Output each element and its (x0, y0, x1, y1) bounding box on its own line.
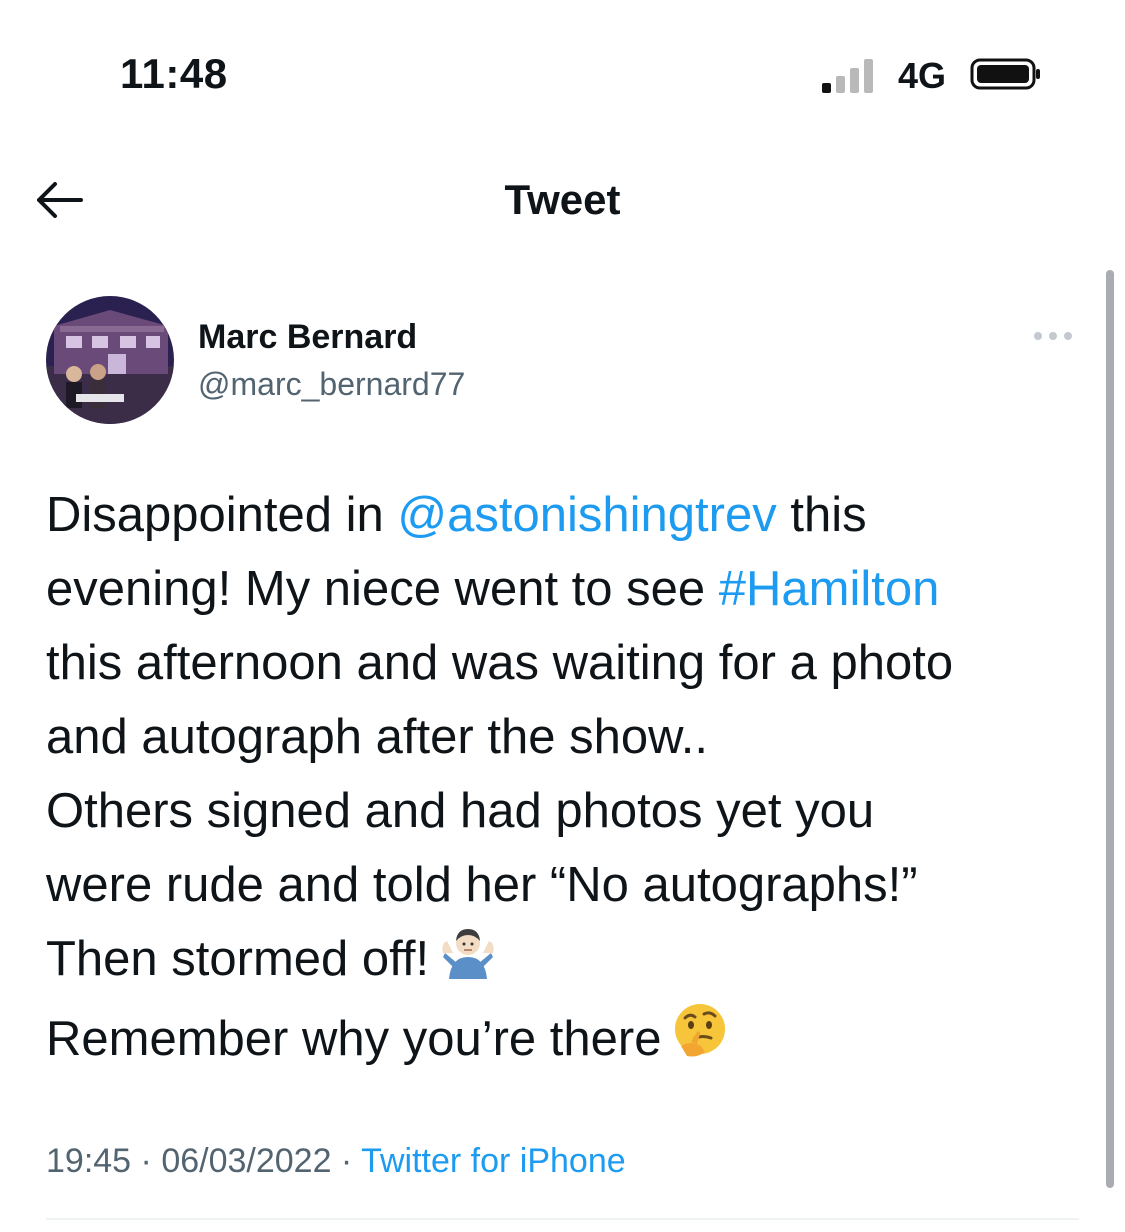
cellular-signal-icon (822, 59, 873, 93)
shrug-emoji (439, 923, 497, 1002)
meta-separator: · (131, 1142, 162, 1180)
tweet-line: evening! My niece went to see #Hamilton (46, 552, 1096, 626)
author-handle[interactable]: @marc_bernard77 (198, 366, 465, 403)
tweet-text-segment: Remember why you’re there (46, 1011, 662, 1066)
tweet-line: this afternoon and was waiting for a pho… (46, 626, 1096, 700)
divider (46, 1218, 1079, 1220)
page-title: Tweet (504, 176, 621, 223)
tweet-line: and autograph after the show.. (46, 700, 1096, 774)
mention-link[interactable]: @astonishingtrev (397, 488, 776, 542)
tweet-line: Others signed and had photos yet you (46, 774, 1096, 848)
tweet-text-segment: this afternoon and was waiting for a pho… (46, 636, 954, 690)
battery-icon (970, 58, 1040, 90)
tweet-text: Disappointed in @astonishingtrev this eve… (46, 478, 1096, 1081)
tweet-text-segment: Disappointed in (46, 488, 398, 542)
more-options-icon[interactable] (1030, 326, 1076, 346)
tweet-text-segment: Then stormed off! (46, 932, 430, 986)
tweet-line: Disappointed in @astonishingtrev this (46, 478, 1096, 552)
tweet-source-link[interactable]: Twitter for iPhone (361, 1142, 626, 1180)
tweet-text-segment: Others signed and had photos yet you (46, 784, 875, 838)
tweet-line: were rude and told her “No autographs!” (46, 848, 1096, 922)
tweet-line: Remember why you’re there (46, 1002, 1096, 1082)
author-name[interactable]: Marc Bernard (198, 318, 417, 357)
tweet-line: Then stormed off! (46, 922, 1096, 1002)
tweet-text-segment: and autograph after the show.. (46, 710, 708, 764)
meta-separator: · (331, 1142, 362, 1180)
status-time: 11:48 (120, 50, 228, 97)
network-type: 4G (898, 55, 947, 96)
tweet-time: 19:45 (46, 1142, 132, 1180)
tweet-text-segment: evening! My niece went to see (46, 562, 719, 616)
tweet-text-segment: were rude and told her “No autographs!” (46, 858, 918, 912)
tweet-meta: 19:45 · 06/03/2022 · Twitter for iPhone (46, 1142, 626, 1181)
hashtag-link[interactable]: #Hamilton (719, 562, 940, 616)
avatar[interactable] (46, 296, 174, 424)
tweet-date: 06/03/2022 (161, 1142, 332, 1180)
thinking-face-emoji (671, 1002, 729, 1081)
scrollbar[interactable] (1106, 270, 1114, 1188)
tweet-text-segment: this (776, 488, 867, 542)
